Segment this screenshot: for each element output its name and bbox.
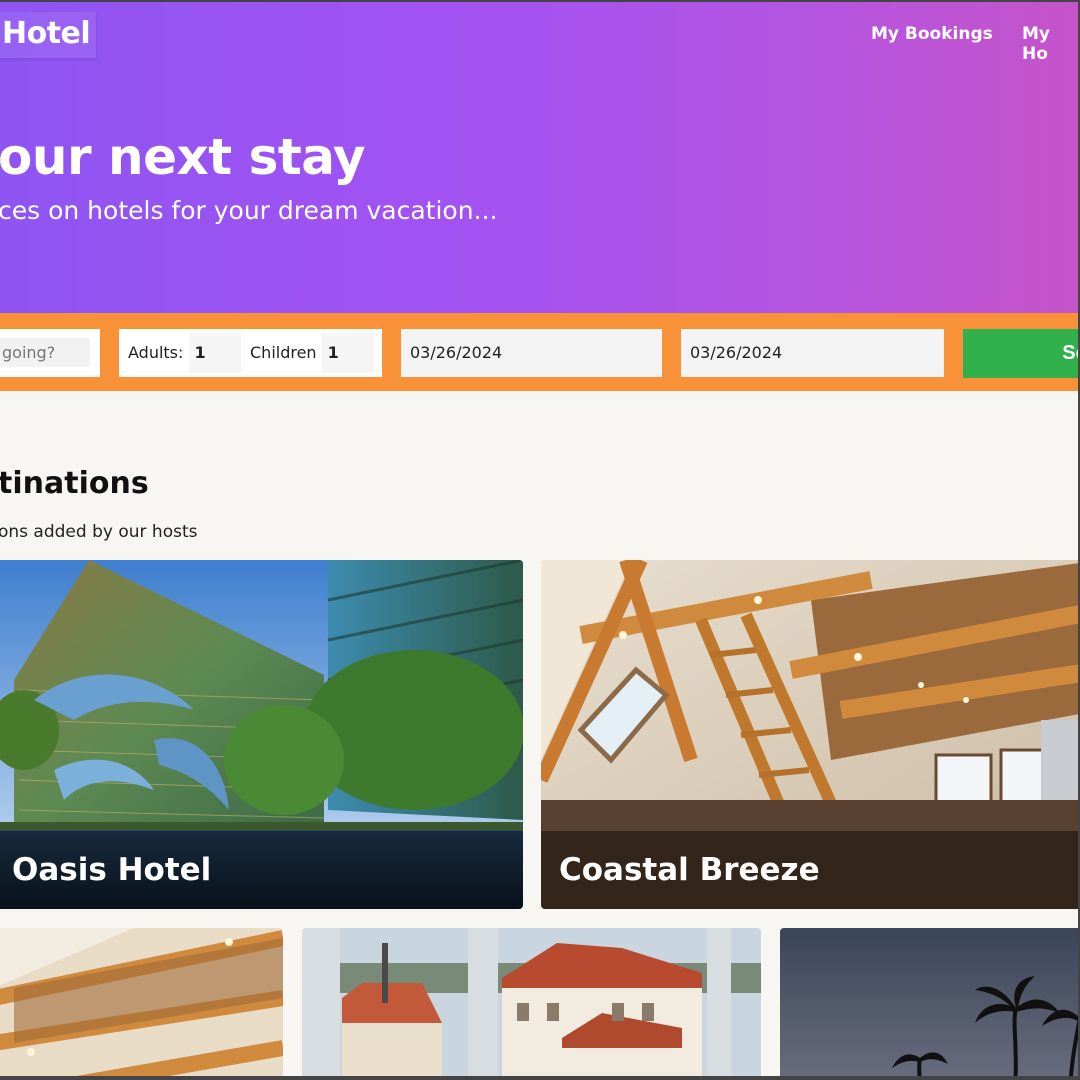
guests-field: Adults: 1 Children 1 — [119, 329, 382, 377]
search-button[interactable]: Se — [963, 329, 1080, 378]
palm-photo — [780, 928, 1080, 1080]
nav-my-bookings[interactable]: My Bookings — [871, 24, 993, 44]
destination-field — [0, 329, 100, 377]
search-bar: Adults: 1 Children 1 03/26/2024 03/26/20… — [0, 313, 1080, 391]
card-title: Oasis Hotel — [0, 831, 523, 909]
frame-top-border — [0, 0, 1080, 2]
check-in-date-input[interactable]: 03/26/2024 — [401, 329, 662, 377]
children-counter: Children 1 — [250, 329, 374, 377]
hero-subtitle: ces on hotels for your dream vacation... — [0, 196, 498, 225]
adults-input[interactable]: 1 — [188, 333, 241, 373]
destinations-subtitle: ons added by our hosts — [0, 522, 198, 542]
check-out-date-input[interactable]: 03/26/2024 — [681, 329, 944, 377]
destination-card[interactable] — [302, 928, 761, 1080]
destination-card[interactable] — [780, 928, 1080, 1080]
destinations-title: tinations — [0, 466, 149, 501]
cabin-photo — [0, 928, 283, 1080]
hero-banner: Hotel My Bookings My Ho our next stay ce… — [0, 0, 1080, 315]
adults-counter: Adults: 1 — [128, 329, 241, 377]
children-input[interactable]: 1 — [321, 333, 374, 373]
destination-card[interactable]: Coastal Breeze — [541, 560, 1080, 909]
frame-bottom-border — [0, 1076, 1080, 1080]
destination-card[interactable] — [0, 928, 283, 1080]
site-logo[interactable]: Hotel — [0, 12, 97, 58]
destination-card[interactable]: Oasis Hotel — [0, 560, 523, 909]
nav-my-hotels[interactable]: My Ho — [1022, 24, 1080, 64]
town-photo — [302, 928, 761, 1080]
hero-title: our next stay — [0, 128, 366, 186]
destination-input[interactable] — [0, 338, 90, 367]
card-title: Coastal Breeze — [541, 831, 1080, 909]
adults-label: Adults: — [128, 343, 184, 362]
children-label: Children — [250, 343, 317, 362]
